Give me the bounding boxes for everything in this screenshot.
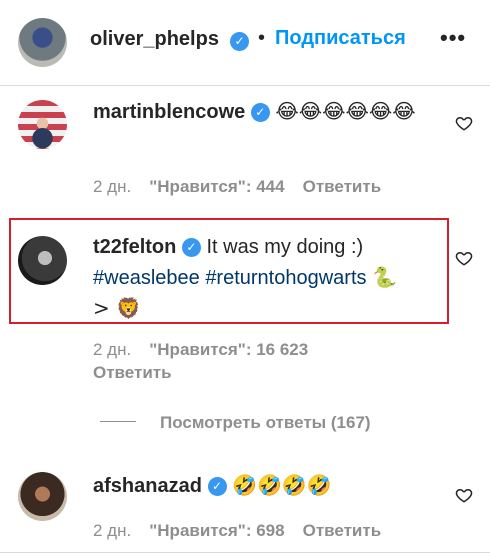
commenter-username[interactable]: afshanazad: [93, 475, 202, 497]
comment-content: t22felton ✓ It was my doing :) #weaslebe…: [93, 232, 420, 324]
separator-dot: •: [258, 27, 266, 49]
comment-time[interactable]: 2 дн.: [93, 340, 131, 359]
reply-button[interactable]: Ответить: [93, 361, 308, 384]
comment-likes[interactable]: "Нравится": 698: [149, 521, 284, 540]
verified-badge-icon: ✓: [250, 103, 270, 122]
verified-badge-icon: ✓: [181, 238, 201, 257]
comment-meta: 2 дн. "Нравится": 444 Ответить: [93, 176, 381, 198]
heart-outline-icon[interactable]: [455, 486, 473, 504]
verified-badge-icon: ✓: [207, 477, 227, 496]
view-replies-label: Посмотреть ответы (167): [160, 413, 371, 432]
more-horizontal-icon[interactable]: •••: [440, 25, 466, 51]
author-username[interactable]: oliver_phelps: [90, 28, 219, 51]
comment-content: martinblencowe ✓ 😂😂😂😂😂😂: [93, 96, 430, 127]
heart-outline-icon[interactable]: [455, 114, 473, 132]
comment-content: afshanazad ✓ 🤣🤣🤣🤣: [93, 470, 430, 501]
hashtag-link[interactable]: #returntohogwarts: [205, 267, 366, 289]
reply-button[interactable]: Ответить: [303, 177, 382, 196]
author-avatar[interactable]: [18, 18, 67, 67]
commenter-username[interactable]: martinblencowe: [93, 101, 245, 123]
comment-meta: 2 дн. "Нравится": 16 623 Ответить: [93, 338, 308, 384]
view-replies-line: [100, 421, 136, 422]
commenter-avatar[interactable]: [18, 100, 67, 149]
post-header: oliver_phelps ✓ • Подписаться •••: [0, 0, 490, 86]
comment-time[interactable]: 2 дн.: [93, 521, 131, 540]
reply-button[interactable]: Ответить: [303, 521, 382, 540]
hashtag-link[interactable]: #weaslebee: [93, 267, 200, 289]
comment-meta: 2 дн. "Нравится": 698 Ответить: [93, 520, 381, 542]
comment-time[interactable]: 2 дн.: [93, 177, 131, 196]
comment-likes[interactable]: "Нравится": 444: [149, 177, 284, 196]
comment-text: 😂😂😂😂😂😂: [275, 99, 416, 123]
comment-likes[interactable]: "Нравится": 16 623: [149, 340, 308, 359]
commenter-username[interactable]: t22felton: [93, 236, 176, 258]
comment-text: 🤣🤣🤣🤣: [232, 473, 332, 497]
commenter-avatar[interactable]: [18, 236, 67, 285]
follow-button[interactable]: Подписаться: [275, 27, 406, 50]
bottom-divider: [0, 552, 490, 553]
verified-badge-icon: ✓: [230, 32, 249, 51]
heart-outline-icon[interactable]: [455, 249, 473, 267]
comment-text: It was my doing :): [206, 236, 364, 258]
commenter-avatar[interactable]: [18, 472, 67, 521]
view-replies-button[interactable]: Посмотреть ответы (167): [100, 413, 371, 433]
